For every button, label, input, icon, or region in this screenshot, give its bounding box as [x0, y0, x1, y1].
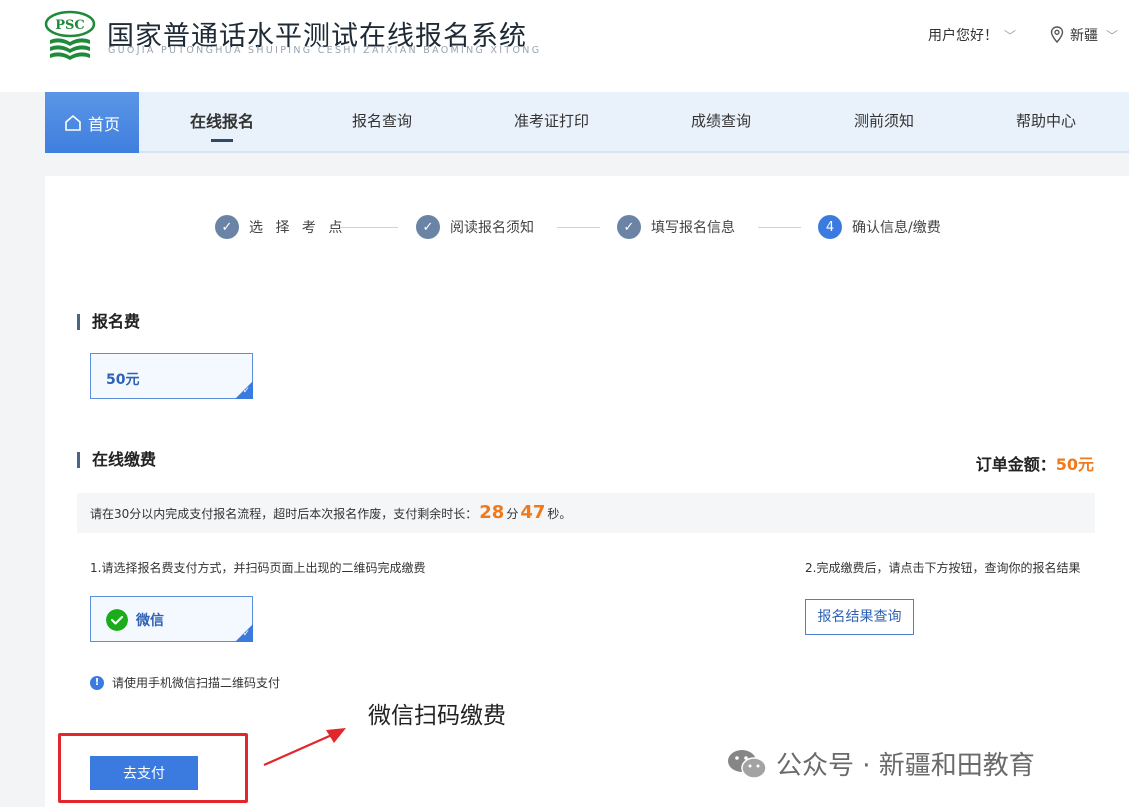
minutes-unit: 分	[506, 507, 518, 521]
wechat-scan-tip: ! 请使用手机微信扫描二维码支付	[90, 674, 280, 691]
annotation-text: 微信扫码缴费	[368, 696, 506, 730]
fee-option[interactable]: 50元 ✓	[90, 353, 253, 399]
step-label: 选 择 考 点	[249, 217, 346, 237]
svg-text:PSC: PSC	[55, 18, 85, 33]
region-selector[interactable]: 新疆 ﹀	[1050, 25, 1118, 45]
payment-step2-text: 2.完成缴费后，请点击下方按钮，查询你的报名结果	[805, 559, 1080, 576]
countdown-minutes: 28	[479, 502, 504, 523]
check-icon: ✓	[242, 630, 250, 639]
chevron-down-icon: ﹀	[1106, 29, 1118, 43]
home-icon	[64, 114, 82, 131]
step-label: 阅读报名须知	[450, 217, 534, 237]
annotation-highlight-box	[58, 733, 248, 803]
psc-logo: PSC	[44, 10, 96, 62]
wechat-icon	[106, 609, 128, 631]
step-label: 确认信息/缴费	[852, 217, 941, 237]
nav-home-label: 首页	[88, 111, 120, 135]
step-4: 4 确认信息/缴费	[818, 215, 941, 239]
watermark: 公众号 · 新疆和田教育	[726, 745, 1035, 782]
check-icon: ✓	[215, 215, 239, 239]
step-divider	[340, 227, 398, 228]
payment-deadline-notice: 请在30分以内完成支付报名流程，超时后本次报名作废，支付剩余时长：28分47秒。	[77, 493, 1095, 533]
wechat-label: 微信	[136, 610, 164, 630]
nav-help-center[interactable]: 帮助中心	[1016, 92, 1076, 151]
annotation-arrow-icon	[262, 725, 352, 770]
step-divider	[557, 227, 600, 228]
step-3: ✓ 填写报名信息	[617, 215, 735, 239]
nav-score-query[interactable]: 成绩查询	[691, 92, 751, 151]
fee-section-title: 报名费	[77, 314, 140, 330]
check-icon: ✓	[617, 215, 641, 239]
step-label: 填写报名信息	[651, 217, 735, 237]
nav-online-registration[interactable]: 在线报名	[190, 92, 254, 151]
check-icon: ✓	[242, 387, 250, 396]
step-divider	[758, 227, 801, 228]
watermark-text: 公众号 · 新疆和田教育	[776, 745, 1035, 782]
region-label: 新疆	[1070, 28, 1098, 44]
notice-text: 请在30分以内完成支付报名流程，超时后本次报名作废，支付剩余时长：	[90, 507, 477, 521]
nav-pre-test-notice[interactable]: 测前须知	[854, 92, 914, 151]
check-icon: ✓	[416, 215, 440, 239]
nav-registration-query[interactable]: 报名查询	[352, 92, 412, 151]
tip-text: 请使用手机微信扫描二维码支付	[112, 674, 280, 691]
registration-result-query-button[interactable]: 报名结果查询	[805, 599, 914, 635]
nav-home[interactable]: 首页	[45, 92, 139, 153]
seconds-unit: 秒。	[547, 507, 571, 521]
location-pin-icon	[1050, 26, 1064, 43]
nav-admission-ticket-print[interactable]: 准考证打印	[514, 92, 589, 151]
wechat-pay-option[interactable]: 微信 ✓	[90, 596, 253, 642]
fee-value: 50元	[106, 369, 139, 389]
user-greeting: 用户您好！	[928, 28, 998, 44]
step-number: 4	[818, 215, 842, 239]
main-card: ✓ 选 择 考 点 ✓ 阅读报名须知 ✓ 填写报名信息 4 确认信息/缴费 报名…	[45, 176, 1129, 807]
step-2: ✓ 阅读报名须知	[416, 215, 534, 239]
payment-step1-text: 1.请选择报名费支付方式，并扫码页面上出现的二维码完成缴费	[90, 559, 425, 576]
info-icon: !	[90, 676, 104, 690]
order-total: 订单金额：50元	[976, 451, 1094, 475]
step-1: ✓ 选 择 考 点	[215, 215, 346, 239]
user-menu[interactable]: 用户您好！ ﹀	[928, 25, 1016, 45]
order-total-value: 50元	[1056, 455, 1094, 474]
countdown-seconds: 47	[520, 502, 545, 523]
site-subtitle: GUOJIA PUTONGHUA SHUIPING CESHI ZAIXIAN …	[108, 45, 541, 56]
header: PSC 国家普通话水平测试在线报名系统 GUOJIA PUTONGHUA SHU…	[0, 0, 1129, 92]
chevron-down-icon: ﹀	[1004, 29, 1016, 43]
order-total-label: 订单金额：	[976, 455, 1056, 474]
payment-section-title: 在线缴费	[77, 452, 156, 468]
main-nav: 首页 在线报名 报名查询 准考证打印 成绩查询 测前须知 帮助中心	[45, 92, 1129, 153]
wechat-official-account-icon	[726, 747, 768, 781]
